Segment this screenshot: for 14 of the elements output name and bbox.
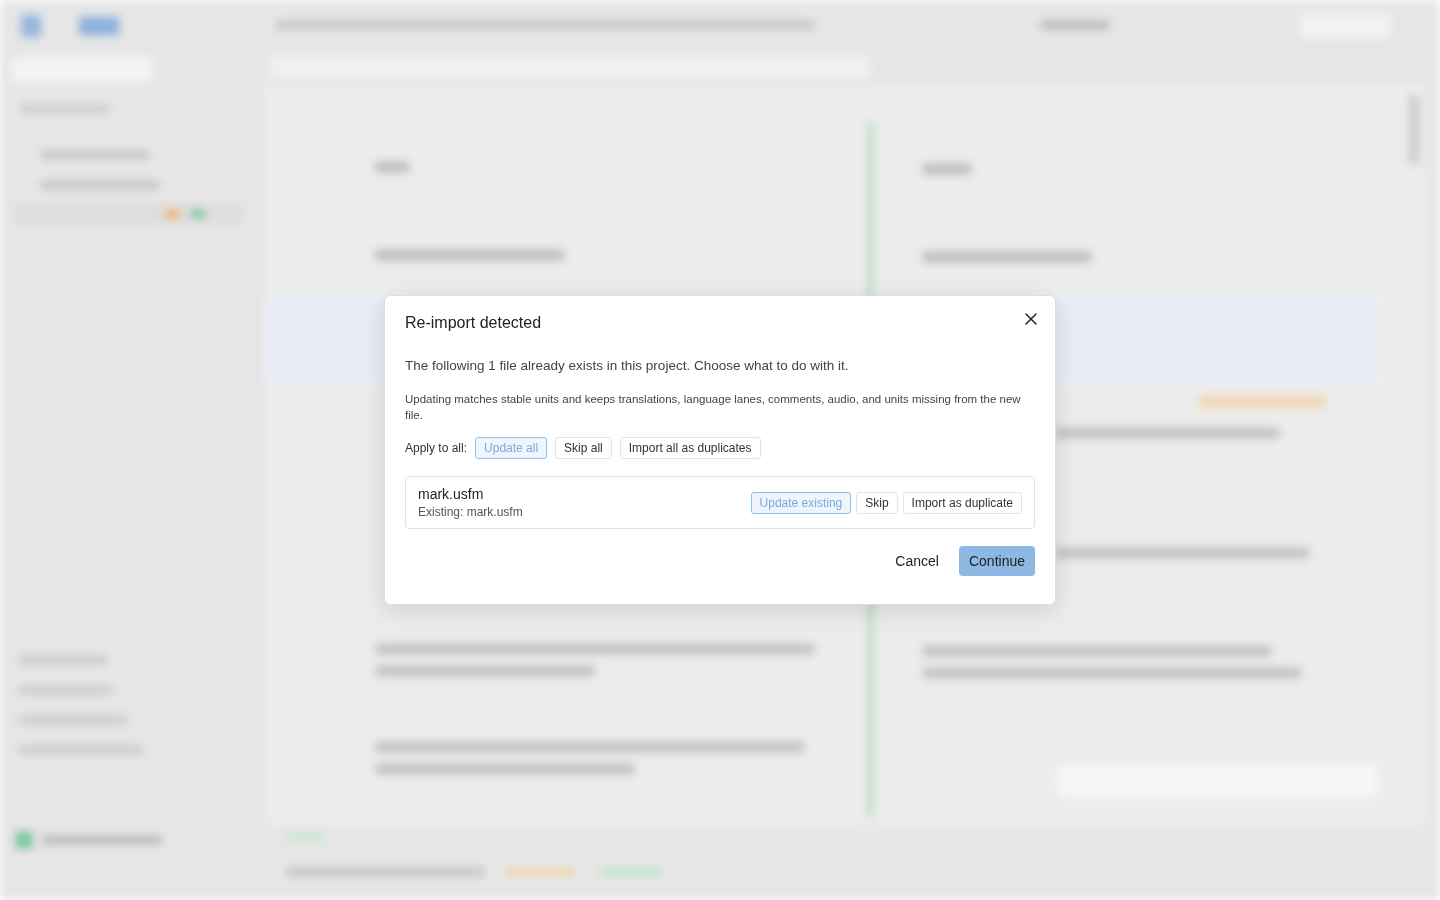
cancel-button[interactable]: Cancel: [885, 546, 949, 576]
close-button[interactable]: [1023, 311, 1039, 327]
option-button[interactable]: Import all as duplicates: [619, 437, 761, 459]
file-name: mark.usfm: [418, 486, 485, 502]
apply-label: Apply to all:: [405, 441, 468, 455]
continue-button[interactable]: Continue: [958, 546, 1035, 576]
close-icon: [1025, 313, 1037, 325]
note-text: Updating matches stable units and keeps translations, language lanes, comments, audio, and units missing from the new file.: [405, 392, 1022, 423]
dialog-title: Re-import detected: [405, 314, 542, 332]
option-button[interactable]: Skip: [856, 491, 898, 514]
option-button[interactable]: Import as duplicate: [902, 491, 1022, 514]
intro-text: The following 1 file already exists in this project. Choose what to do with it.: [405, 358, 850, 373]
existing-file-text: Existing: mark.usfm: [418, 505, 523, 519]
option-button[interactable]: Skip all: [555, 437, 612, 459]
